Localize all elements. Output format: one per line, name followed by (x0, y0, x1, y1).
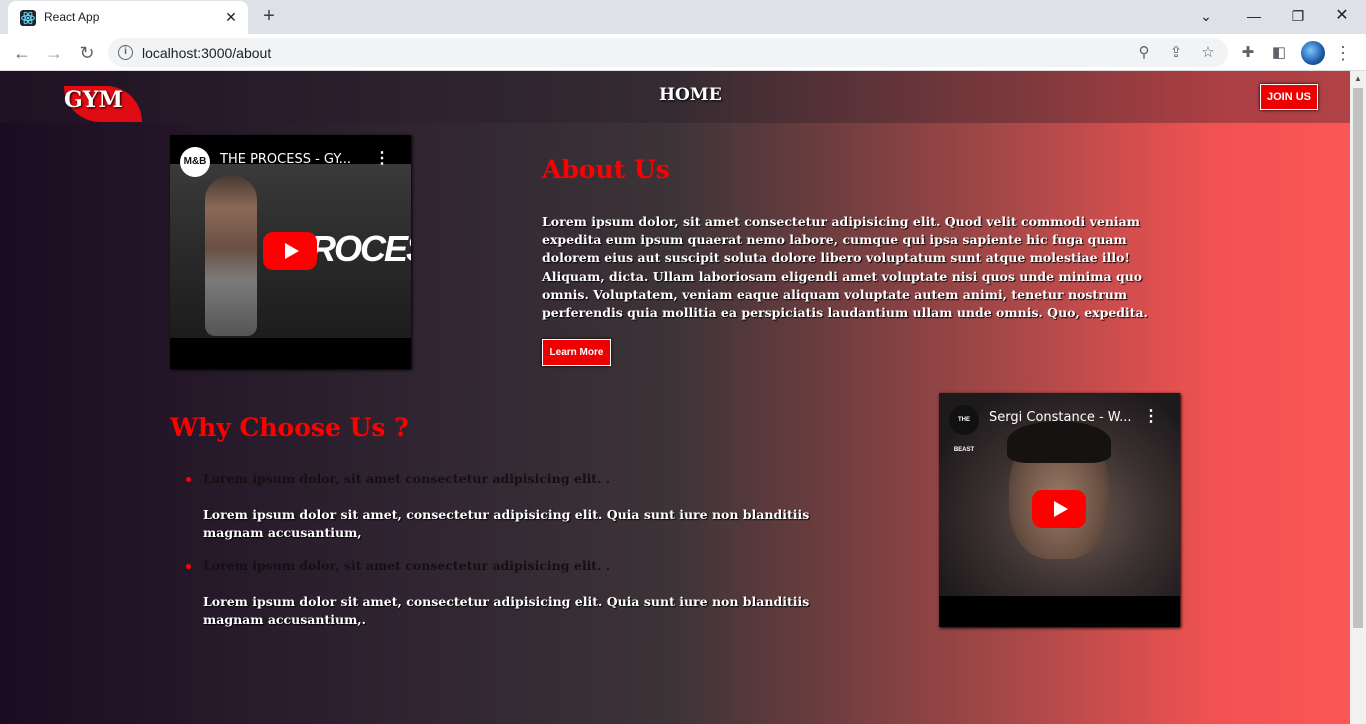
play-button-icon[interactable] (263, 232, 317, 270)
about-text: Lorem ipsum dolor, sit amet consectetur … (542, 214, 1149, 321)
video-menu-icon[interactable]: ⋮ (374, 149, 390, 169)
channel-avatar[interactable]: M&B (180, 147, 210, 177)
join-us-button[interactable]: JOIN US (1260, 84, 1318, 110)
logo-text: GYM (64, 87, 123, 113)
list-item-text: Lorem ipsum dolor sit amet, consectetur … (203, 594, 810, 627)
star-icon[interactable]: ☆ (1198, 43, 1218, 63)
url-text[interactable]: localhost:3000/about (142, 45, 271, 61)
site-navbar: GYM HOME JOIN US (0, 71, 1350, 123)
tab-strip: React App ✕ + ⌄ — ❐ ✕ (0, 0, 1366, 34)
zoom-icon[interactable]: ⚲ (1134, 43, 1154, 63)
about-video[interactable]: PROCESS M&B THE PROCESS - GY... ⋮ (170, 135, 411, 369)
video-menu-icon[interactable]: ⋮ (1143, 407, 1159, 427)
plus-icon[interactable]: + (258, 6, 280, 28)
list-item: Lorem ipsum dolor, sit amet consectetur … (186, 471, 826, 551)
list-item-text: Lorem ipsum dolor sit amet, consectetur … (203, 507, 810, 540)
scroll-thumb[interactable] (1353, 88, 1363, 628)
browser-tab[interactable]: React App ✕ (8, 1, 248, 34)
minimize-icon[interactable]: — (1234, 4, 1274, 28)
athlete-figure (205, 176, 257, 336)
logo[interactable]: GYM (64, 83, 142, 123)
tab-title: React App (44, 10, 100, 24)
scrollbar[interactable]: ▲ (1350, 71, 1366, 724)
list-item: Lorem ipsum dolor, sit amet consectetur … (186, 558, 826, 638)
athlete-hair (1007, 421, 1111, 463)
extensions-icon[interactable]: ✚ (1237, 42, 1259, 64)
reload-icon[interactable]: ↻ (75, 41, 99, 65)
video-title[interactable]: THE PROCESS - GY... (220, 152, 351, 167)
react-favicon (20, 10, 36, 26)
scroll-up-icon[interactable]: ▲ (1354, 74, 1362, 83)
menu-kebab-icon[interactable]: ⋮ (1332, 42, 1354, 64)
nav-home-link[interactable]: HOME (659, 85, 722, 105)
list-item-heading: Lorem ipsum dolor, sit amet consectetur … (203, 558, 611, 573)
learn-more-button[interactable]: Learn More (542, 339, 611, 366)
back-arrow-icon[interactable]: ← (10, 41, 34, 65)
close-icon[interactable]: ✕ (222, 8, 240, 26)
channel-avatar[interactable]: THE BEAST (949, 405, 979, 453)
bullet-icon (186, 477, 191, 482)
about-title: About Us (542, 155, 670, 184)
list-item-heading: Lorem ipsum dolor, sit amet consectetur … (203, 471, 611, 486)
forward-arrow-icon[interactable]: → (42, 41, 66, 65)
play-button-icon[interactable] (1032, 490, 1086, 528)
address-bar[interactable]: i localhost:3000/about ⚲ ⇪ ☆ (108, 38, 1228, 67)
why-title: Why Choose Us ? (170, 413, 409, 442)
profile-avatar[interactable] (1301, 41, 1325, 65)
bullet-icon (186, 564, 191, 569)
page-viewport: GYM HOME JOIN US PROCESS M&B THE PROCESS… (0, 71, 1350, 724)
window-close-icon[interactable]: ✕ (1322, 4, 1362, 28)
why-video[interactable]: THE BEAST Sergi Constance - W... ⋮ (939, 393, 1180, 627)
info-icon[interactable]: i (118, 45, 133, 60)
side-panel-icon[interactable]: ◧ (1268, 42, 1290, 64)
browser-toolbar: ← → ↻ i localhost:3000/about ⚲ ⇪ ☆ ✚ ◧ ⋮ (0, 34, 1366, 71)
maximize-icon[interactable]: ❐ (1278, 4, 1318, 28)
share-icon[interactable]: ⇪ (1166, 43, 1186, 63)
chevron-down-icon[interactable]: ⌄ (1186, 4, 1226, 28)
video-title[interactable]: Sergi Constance - W... (989, 410, 1132, 425)
